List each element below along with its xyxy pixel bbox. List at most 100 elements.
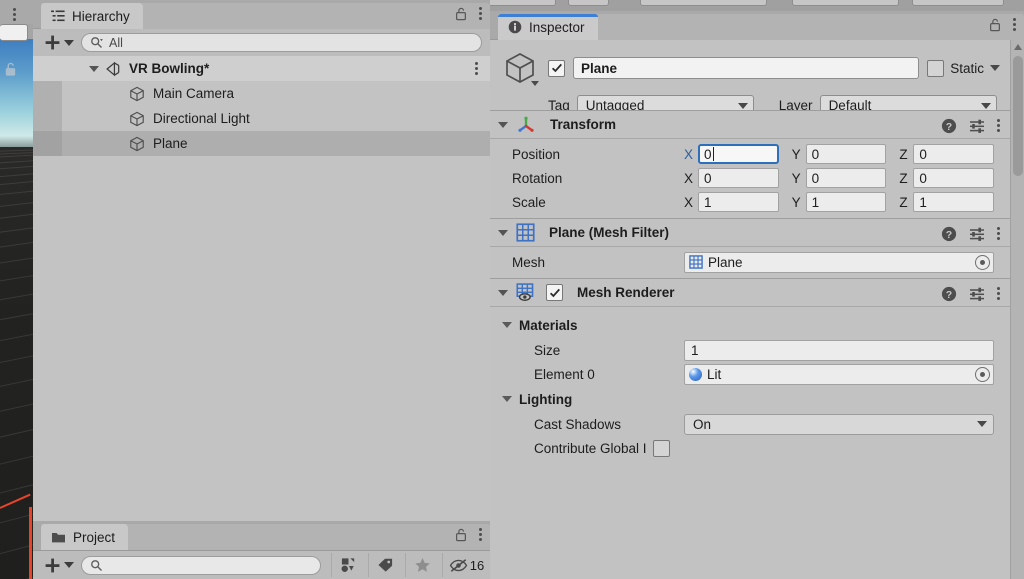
transform-scale-z-input[interactable]: 1 xyxy=(913,192,995,212)
chevron-down-icon[interactable] xyxy=(502,322,512,328)
axis-group-z: Z1 xyxy=(899,192,995,212)
help-icon[interactable]: ? xyxy=(941,118,957,134)
gameobject-name-input[interactable]: Plane xyxy=(573,57,920,79)
cast-shadows-label: Cast Shadows xyxy=(534,416,622,432)
chevron-down-icon[interactable] xyxy=(498,289,508,296)
transform-scale-x-input[interactable]: 1 xyxy=(698,192,779,212)
materials-group-header[interactable]: Materials xyxy=(490,312,1010,338)
kebab-menu-icon[interactable] xyxy=(997,287,1000,300)
component-body-mesh-filter: Mesh Plane xyxy=(490,247,1010,278)
kebab-menu-icon[interactable] xyxy=(479,7,482,20)
lighting-group-header[interactable]: Lighting xyxy=(490,386,1010,412)
lock-open-icon[interactable] xyxy=(454,6,468,21)
scene-search-field-partial[interactable] xyxy=(0,24,28,41)
kebab-menu-icon[interactable] xyxy=(997,227,1000,240)
toolbar-button-partial[interactable] xyxy=(640,0,767,6)
chevron-down-icon[interactable] xyxy=(89,65,99,72)
gameobject-icon-button[interactable] xyxy=(500,48,540,88)
inspector-scrollbar[interactable] xyxy=(1010,40,1024,579)
component-title-mesh-renderer: Mesh Renderer xyxy=(577,285,675,300)
folder-icon xyxy=(52,532,65,542)
cube-icon xyxy=(130,111,144,126)
hierarchy-item-directional-light[interactable]: Directional Light xyxy=(33,106,490,131)
scene-view-sliver[interactable] xyxy=(0,39,33,579)
hierarchy-add-button[interactable] xyxy=(41,33,77,52)
help-icon[interactable]: ? xyxy=(941,226,957,242)
kebab-menu-icon[interactable] xyxy=(479,528,482,541)
toolbar-button-partial[interactable] xyxy=(568,0,610,6)
preset-sliders-icon[interactable] xyxy=(969,226,985,242)
project-add-button[interactable] xyxy=(41,556,77,575)
static-toggle-group: Static xyxy=(927,59,1000,77)
axis-group-x: X0 xyxy=(684,144,779,164)
transform-scale-y-input[interactable]: 1 xyxy=(805,192,887,212)
object-picker-icon[interactable] xyxy=(975,366,990,382)
hidden-assets-count[interactable]: 16 xyxy=(442,553,490,577)
cast-shadows-value: On xyxy=(693,416,712,432)
object-picker-icon[interactable] xyxy=(975,254,990,270)
cast-shadows-dropdown[interactable]: On xyxy=(684,413,994,435)
contribute-gi-checkbox[interactable] xyxy=(652,439,670,457)
component-header-mesh-filter[interactable]: Plane (Mesh Filter) ? xyxy=(490,218,1010,247)
field-value: 1 xyxy=(811,194,820,210)
tab-project[interactable]: Project xyxy=(41,524,129,550)
tab-hierarchy[interactable]: Hierarchy xyxy=(41,3,143,29)
field-value: 0 xyxy=(811,146,820,162)
label-tag-icon xyxy=(377,558,392,572)
project-search-input[interactable] xyxy=(81,555,321,575)
scene-grid-line xyxy=(0,253,33,266)
scrollbar-thumb[interactable] xyxy=(1013,56,1023,176)
toolbar-button-partial[interactable] xyxy=(912,0,1004,6)
hierarchy-item-main-camera[interactable]: Main Camera xyxy=(33,81,490,106)
lock-open-icon[interactable] xyxy=(988,17,1002,32)
transform-rotation-z-input[interactable]: 0 xyxy=(913,168,995,188)
hierarchy-item-plane[interactable]: Plane xyxy=(33,131,490,156)
scroll-up-arrow-icon[interactable] xyxy=(1014,44,1022,50)
transform-rotation-y-input[interactable]: 0 xyxy=(805,168,887,188)
component-body-mesh-renderer: Materials Size 1 Element 0 Lit Lighting … xyxy=(490,307,1010,464)
lock-open-icon[interactable] xyxy=(454,527,468,542)
preset-sliders-icon[interactable] xyxy=(969,286,985,302)
mesh-object-field[interactable]: Plane xyxy=(684,251,994,273)
component-header-mesh-renderer[interactable]: Mesh Renderer ? xyxy=(490,278,1010,307)
lock-open-icon[interactable] xyxy=(3,61,18,77)
static-checkbox[interactable] xyxy=(927,59,945,77)
filter-by-type[interactable] xyxy=(331,553,364,577)
kebab-menu-icon[interactable] xyxy=(13,8,16,21)
filter-by-label[interactable] xyxy=(368,553,401,577)
materials-size-input[interactable]: 1 xyxy=(684,339,994,361)
chevron-down-icon[interactable] xyxy=(990,65,1000,71)
cast-shadows-row: Cast Shadows On xyxy=(490,412,1010,436)
transform-position-y-input[interactable]: 0 xyxy=(805,144,887,164)
transform-position-z-input[interactable]: 0 xyxy=(913,144,995,164)
toolbar-button-partial[interactable] xyxy=(792,0,899,6)
transform-position-x-input[interactable]: 0 xyxy=(698,144,779,164)
materials-element0-value: Lit xyxy=(707,366,722,382)
scene-tab-overflow-menu[interactable] xyxy=(0,0,33,24)
materials-element0-object-field[interactable]: Lit xyxy=(684,363,994,385)
hierarchy-item-vr-bowling[interactable]: VR Bowling* xyxy=(33,56,490,81)
chevron-down-icon xyxy=(980,102,991,109)
kebab-menu-icon[interactable] xyxy=(997,119,1000,132)
kebab-menu-icon[interactable] xyxy=(1013,18,1016,31)
help-icon[interactable]: ? xyxy=(941,286,957,302)
hierarchy-toolbar: All xyxy=(33,29,490,56)
tab-inspector[interactable]: Inspector xyxy=(498,14,598,40)
chevron-down-icon xyxy=(531,81,539,86)
transform-rotation-x-input[interactable]: 0 xyxy=(698,168,779,188)
chevron-down-icon[interactable] xyxy=(498,229,508,236)
gameobject-enabled-checkbox[interactable] xyxy=(548,59,565,77)
hierarchy-search-input[interactable]: All xyxy=(81,33,482,52)
preset-sliders-icon[interactable] xyxy=(969,118,985,134)
kebab-menu-icon[interactable] xyxy=(475,62,478,75)
axis-label-x: X xyxy=(684,194,694,210)
filter-favorites[interactable] xyxy=(405,553,438,577)
mesh-renderer-enabled-checkbox[interactable] xyxy=(546,284,563,301)
hierarchy-tree: VR Bowling* Main Camera Directional Light P… xyxy=(33,56,490,521)
chevron-down-icon[interactable] xyxy=(498,121,508,128)
hierarchy-item-label: Plane xyxy=(153,136,188,151)
component-title-mesh-filter: Plane (Mesh Filter) xyxy=(549,225,670,240)
component-header-transform[interactable]: Transform ? xyxy=(490,110,1010,139)
chevron-down-icon[interactable] xyxy=(502,396,512,402)
materials-group-label: Materials xyxy=(519,317,578,333)
